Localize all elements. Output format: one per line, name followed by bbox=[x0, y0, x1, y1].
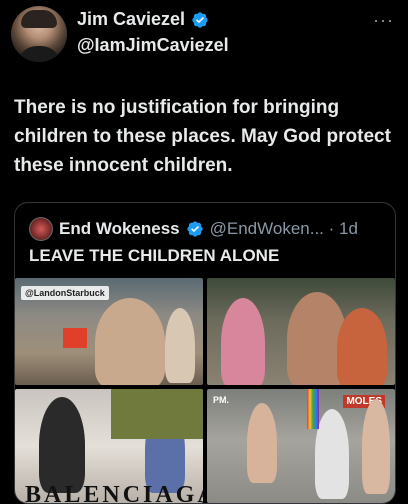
quote-author-avatar[interactable] bbox=[29, 217, 53, 241]
photo-flag bbox=[307, 389, 319, 429]
quote-verified-badge-icon bbox=[186, 221, 203, 237]
tweet-text: There is no justification for bringing c… bbox=[14, 97, 391, 176]
avatar-hair bbox=[21, 10, 57, 28]
media-photo-2[interactable] bbox=[207, 278, 395, 385]
photo-figure bbox=[165, 308, 195, 383]
tweet-header: Jim Caviezel @IamJimCaviezel ··· bbox=[0, 0, 408, 70]
media-time-tag: PM. bbox=[213, 395, 230, 405]
photo-figure bbox=[39, 397, 85, 493]
author-avatar[interactable] bbox=[11, 6, 67, 62]
media-photo-3[interactable]: BALENCIAGA bbox=[15, 389, 203, 503]
photo-figure bbox=[362, 399, 390, 494]
photo-sign bbox=[63, 328, 87, 348]
photo-figure bbox=[221, 298, 265, 385]
author-name[interactable]: Jim Caviezel bbox=[77, 9, 185, 30]
photo-figure bbox=[247, 403, 277, 483]
photo-figure bbox=[315, 409, 349, 499]
verified-badge-icon bbox=[192, 11, 208, 28]
media-grid: @LandonStarbuck BALENCIAGA PM. MOLES bbox=[15, 278, 395, 503]
media-photo-1[interactable]: @LandonStarbuck bbox=[15, 278, 203, 385]
media-photo-4[interactable]: PM. MOLES bbox=[207, 389, 395, 503]
quote-header: End Wokeness @EndWoken... · 1d bbox=[29, 217, 358, 241]
media-watermark: @LandonStarbuck bbox=[21, 286, 109, 300]
avatar-shirt bbox=[17, 46, 61, 62]
photo-figure bbox=[337, 308, 387, 385]
quote-handle-time[interactable]: @EndWoken... · 1d bbox=[210, 219, 358, 239]
author-name-row: Jim Caviezel bbox=[77, 9, 209, 30]
quote-author-name[interactable]: End Wokeness bbox=[59, 219, 180, 239]
photo-figure bbox=[95, 298, 165, 385]
more-options-icon[interactable]: ··· bbox=[373, 10, 394, 31]
photo-plant bbox=[111, 389, 203, 439]
quoted-tweet[interactable]: End Wokeness @EndWoken... · 1d LEAVE THE… bbox=[14, 202, 396, 504]
quote-text: LEAVE THE CHILDREN ALONE bbox=[29, 246, 280, 265]
author-handle[interactable]: @IamJimCaviezel bbox=[77, 35, 229, 56]
